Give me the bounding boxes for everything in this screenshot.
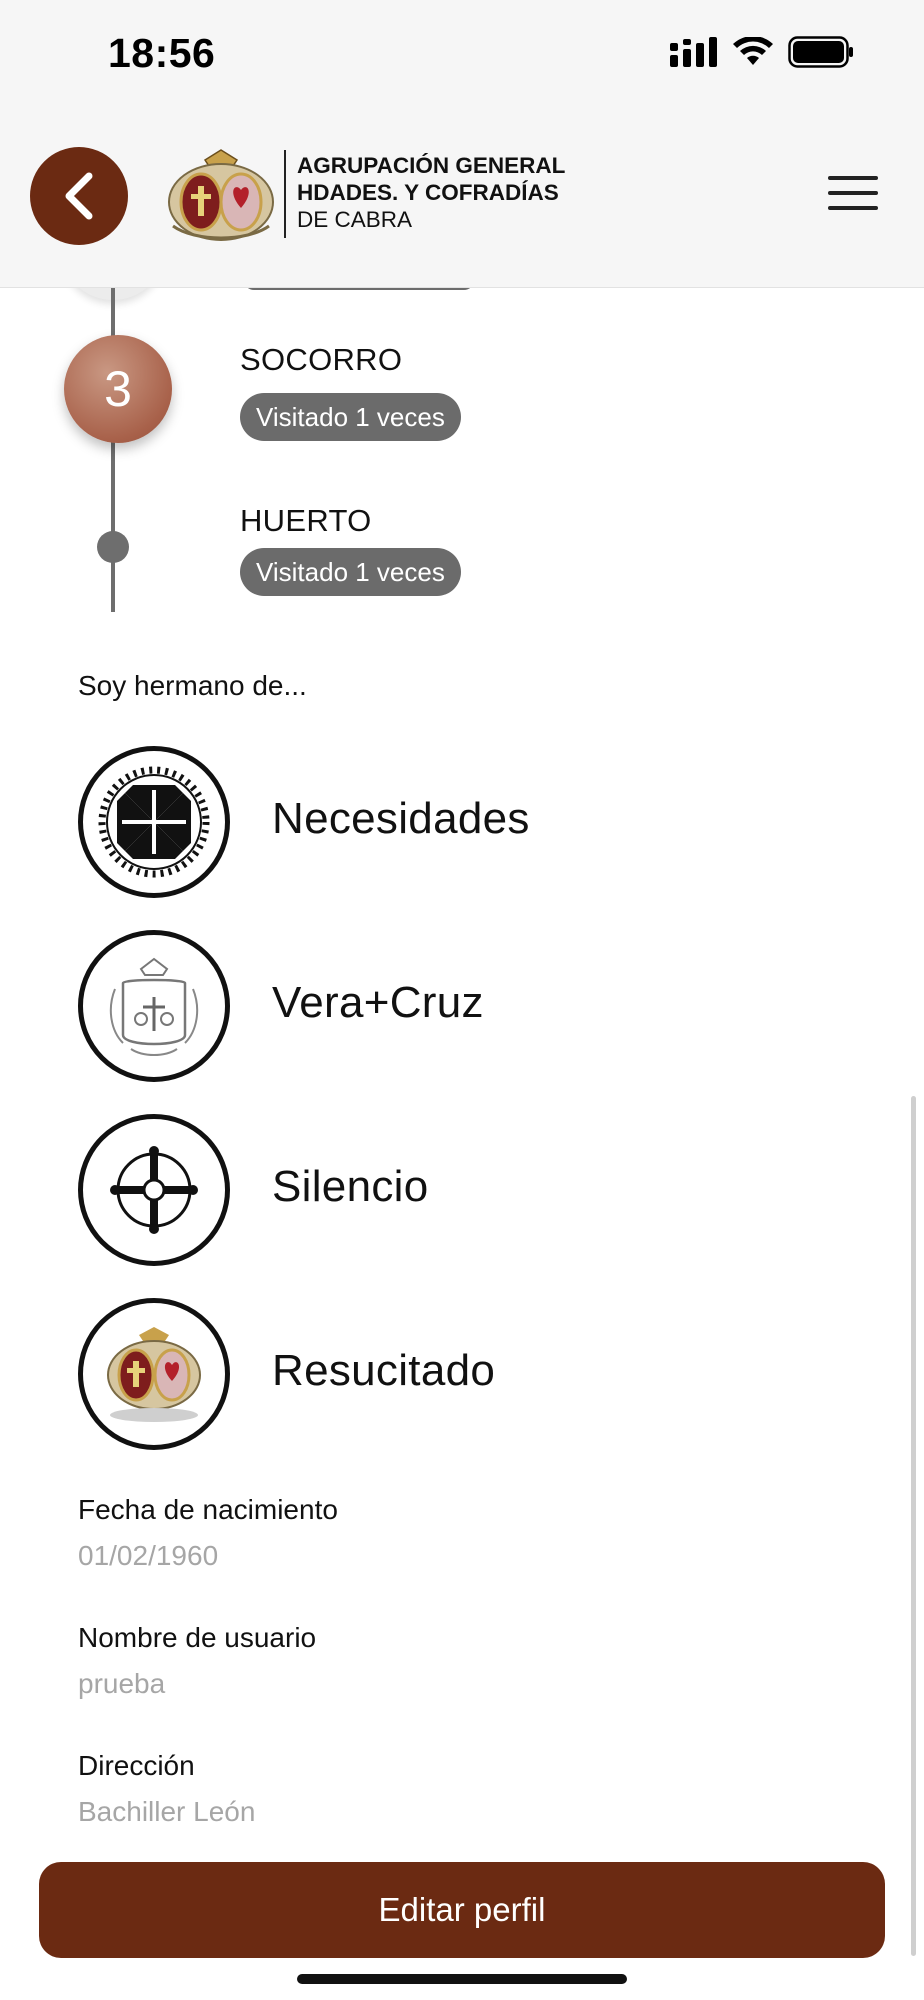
vera-cruz-crest-icon: [78, 930, 230, 1082]
cross-of-thorns-emblem-icon: [78, 746, 230, 898]
brand-title: AGRUPACIÓN GENERAL HDADES. Y COFRADÍAS D…: [297, 152, 565, 233]
brotherhood-name: Necesidades: [272, 794, 530, 843]
timeline-dot: [97, 531, 129, 563]
status-time: 18:56: [108, 30, 216, 76]
cellular-signal-icon: [670, 37, 717, 67]
brand-line-1: AGRUPACIÓN GENERAL: [297, 153, 566, 178]
scrollbar[interactable]: [911, 1096, 916, 1956]
brotherhood-item-vera-cruz[interactable]: Vera+Cruz: [78, 930, 838, 1084]
stop-name: HUERTO: [240, 503, 372, 538]
wifi-icon: [733, 37, 773, 65]
brand-line-2: HDADES. Y COFRADÍAS: [297, 180, 559, 205]
agrupacion-crest-icon: [78, 1298, 230, 1450]
hamburger-menu-icon[interactable]: [828, 176, 882, 212]
brotherhood-item-resucitado[interactable]: Resucitado: [78, 1298, 838, 1452]
chevron-left-icon: [65, 172, 93, 220]
brotherhood-name: Vera+Cruz: [272, 978, 484, 1027]
home-indicator[interactable]: [297, 1974, 627, 1984]
brotherhood-name: Resucitado: [272, 1346, 496, 1395]
silencio-cross-emblem-icon: [78, 1114, 230, 1266]
brotherhood-item-necesidades[interactable]: Necesidades: [78, 746, 838, 900]
birthdate-label: Fecha de nacimiento: [78, 1494, 338, 1525]
logo-divider: [284, 150, 286, 238]
timeline-step-number: 3: [64, 335, 172, 443]
brotherhood-item-silencio[interactable]: Silencio: [78, 1114, 838, 1268]
address-label: Dirección: [78, 1750, 195, 1781]
username-label: Nombre de usuario: [78, 1622, 317, 1653]
brotherhood-name: Silencio: [272, 1162, 429, 1211]
status-icons: [670, 36, 854, 68]
back-button[interactable]: [30, 147, 128, 245]
battery-icon: [788, 36, 853, 68]
app-header: 18:56 AGRUPACIÓN GENERAL HDADES. Y COFRA…: [0, 0, 924, 288]
agrupacion-crest-logo: [168, 149, 274, 241]
brotherhoods-label: Soy hermano de...: [78, 670, 307, 701]
address-value: Bachiller León: [78, 1796, 256, 1827]
edit-profile-button[interactable]: Editar perfil: [39, 1862, 885, 1958]
brand-line-3: DE CABRA: [297, 207, 413, 232]
visit-count-badge: Visitado 1 veces: [240, 393, 461, 441]
stop-name: SOCORRO: [240, 342, 403, 377]
username-value: prueba: [78, 1668, 166, 1699]
visit-count-badge: Visitado 1 veces: [240, 548, 461, 596]
birthdate-value: 01/02/1960: [78, 1540, 219, 1571]
